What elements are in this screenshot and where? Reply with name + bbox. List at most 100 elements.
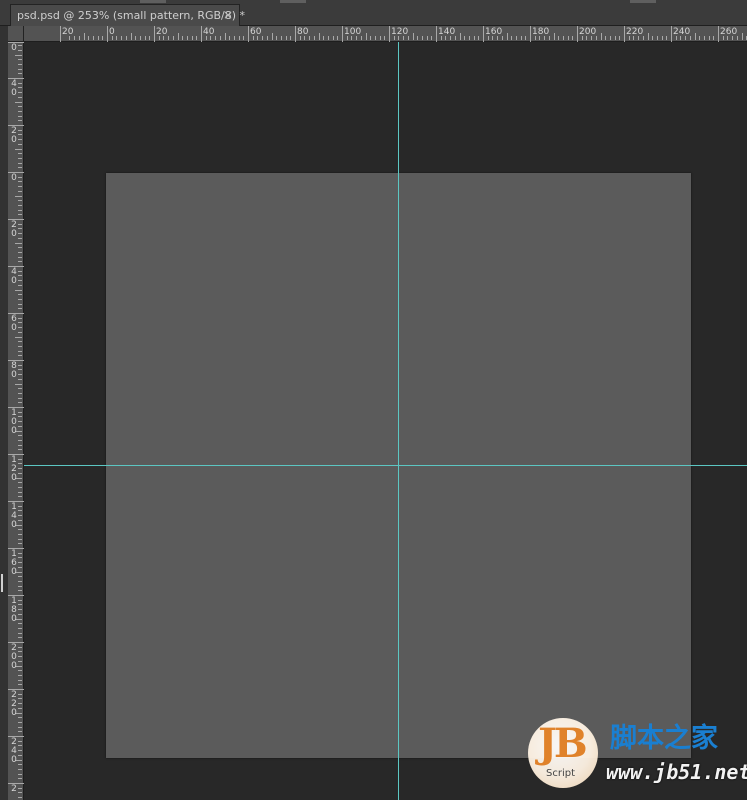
ruler-tick [262,36,263,40]
ruler-tick [521,36,522,40]
ruler-tick [18,50,22,51]
canvas-area[interactable] [24,42,747,800]
vertical-guide[interactable] [398,42,399,800]
ruler-tick [234,36,235,40]
ruler-tick [18,482,22,483]
ruler-tick [18,87,22,88]
ruler-label: 200 [11,643,17,671]
ruler-tick [18,539,22,540]
ruler-tick [121,36,122,40]
ruler-tick [18,97,22,98]
ruler-label: 140 [438,27,456,37]
ruler-tick [554,33,555,40]
ruler-tick [18,755,22,756]
left-panel-edge [0,26,8,800]
ruler-tick [18,402,22,403]
ruler-tick [84,33,85,40]
ruler-label: 60 [11,314,17,333]
ruler-tick [79,36,80,40]
ruler-tick [18,778,22,779]
watermark-logo-subtext: Script [546,768,576,779]
ruler-tick [15,149,22,150]
ruler-tick [337,36,338,40]
site-watermark: JB Script 脚本之家 www.jb51.net [526,716,747,800]
ruler-tick [131,33,132,40]
ruler-tick [15,102,22,103]
ruler-tick [460,33,461,40]
ruler-origin-corner[interactable] [8,26,24,42]
close-icon[interactable]: × [223,8,233,22]
ruler-tick [18,769,22,770]
ruler-tick [478,36,479,40]
ruler-label: 200 [579,27,597,37]
ruler-tick [18,581,22,582]
ruler-tick [18,590,22,591]
ruler-label: 180 [11,596,17,624]
ruler-tick [18,261,22,262]
ruler-label: 20 [62,27,74,37]
ruler-tick [272,33,273,40]
ruler-major-tick [60,26,61,42]
ruler-major-tick [577,26,578,42]
horizontal-guide[interactable] [24,465,747,466]
ruler-tick [314,36,315,40]
ruler-label: 240 [11,737,17,765]
ruler-tick [474,36,475,40]
ruler-tick [18,153,22,154]
ruler-tick [18,332,22,333]
ruler-tick [18,534,22,535]
ruler-tick [558,36,559,40]
ruler-tick [18,741,22,742]
ruler-tick [384,36,385,40]
ruler-tick [18,346,22,347]
ruler-tick [88,36,89,40]
ruler-tick [18,510,22,511]
ruler-tick [18,365,22,366]
ruler-tick [18,661,22,662]
tab-bar-notch [140,0,166,3]
ruler-tick [173,36,174,40]
ruler-tick [18,628,22,629]
ruler-tick [18,285,22,286]
panel-resize-handle[interactable] [1,574,3,592]
vertical-ruler[interactable]: 040200204060801001201401601802002202402 [8,42,24,800]
document-tab-title: psd.psd @ 253% (small pattern, RGB/8) * [17,9,246,22]
ruler-label: 20 [11,220,17,239]
watermark-logo-text: JB [538,720,588,767]
ruler-tick [18,205,22,206]
ruler-tick [18,416,22,417]
ruler-tick [187,36,188,40]
ruler-tick [18,318,22,319]
ruler-tick [18,562,22,563]
ruler-label: 2 [11,784,17,794]
ruler-tick [18,651,22,652]
ruler-tick [168,36,169,40]
ruler-tick [610,36,611,40]
ruler-tick [18,463,22,464]
ruler-label: 160 [485,27,503,37]
ruler-tick [276,36,277,40]
ruler-tick [18,398,22,399]
ruler-tick [18,275,22,276]
ruler-tick [18,45,22,46]
ruler-major-tick [483,26,484,42]
ruler-tick [319,33,320,40]
ruler-tick [18,506,22,507]
ruler-tick [18,106,22,107]
ruler-tick [18,421,22,422]
ruler-tick [699,36,700,40]
ruler-label: 40 [203,27,215,37]
ruler-tick [18,304,22,305]
document-tab[interactable]: psd.psd @ 253% (small pattern, RGB/8) * … [10,4,245,26]
horizontal-ruler[interactable]: 20 0 20 40 60 80 100 120 140 160 180 200 220 240 260 [24,26,747,42]
ruler-tick [286,36,287,40]
ruler-tick [333,36,334,40]
ruler-tick [18,130,22,131]
ruler-tick [18,191,22,192]
ruler-label: 80 [11,361,17,380]
ruler-tick [18,247,22,248]
ruler-tick [15,290,22,291]
ruler-tick [695,33,696,40]
ruler-tick [18,59,22,60]
ruler-tick [18,543,22,544]
